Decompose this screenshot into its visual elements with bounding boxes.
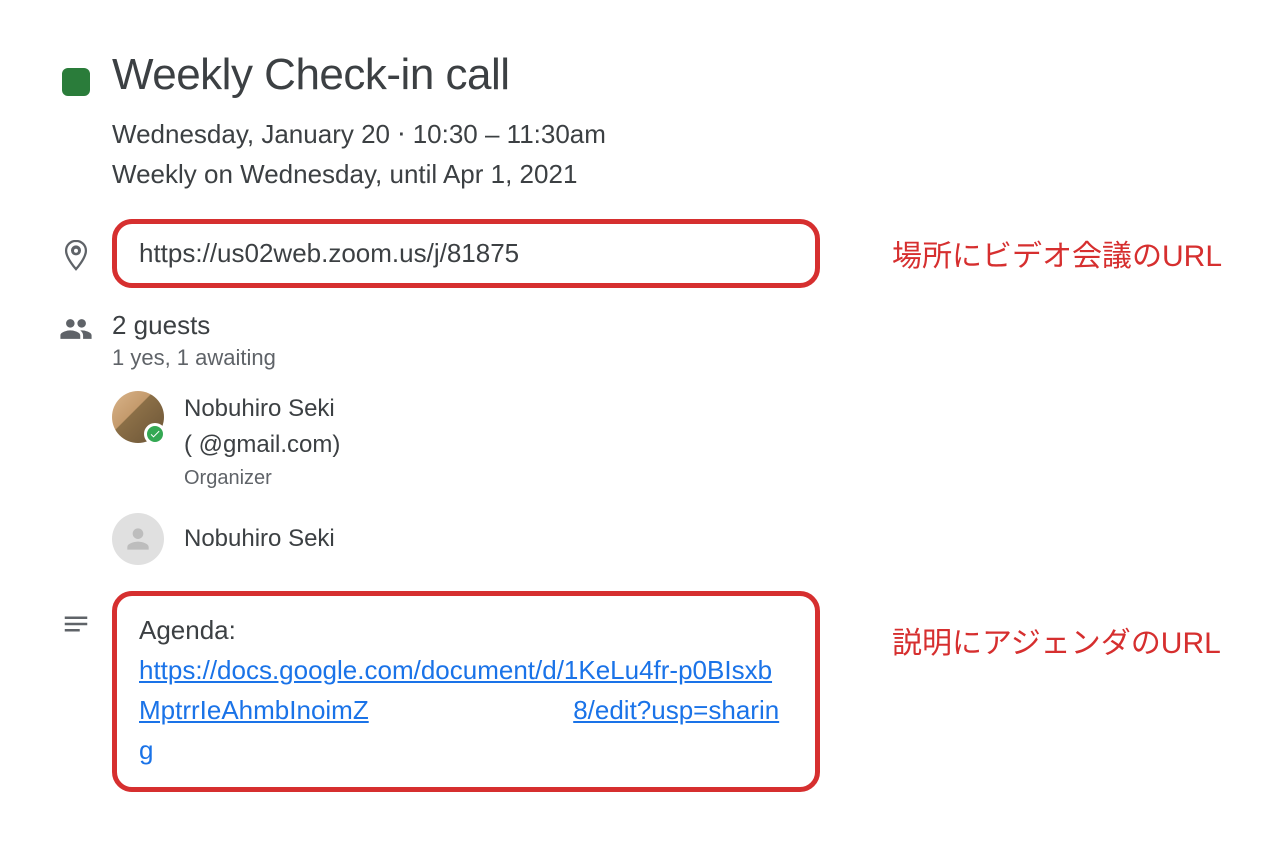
event-title: Weekly Check-in call [112,50,820,100]
guest-name: Nobuhiro Seki [184,391,340,427]
avatar [112,513,164,565]
guests-status: 1 yes, 1 awaiting [112,345,820,371]
guests-icon [59,312,93,346]
event-color-indicator [62,68,90,96]
annotation-description: 説明にアジェンダのURL [892,627,1221,660]
guest-email: ( @gmail.com) [184,427,340,463]
event-recurrence: Weekly on Wednesday, until Apr 1, 2021 [112,154,820,194]
description-icon [61,609,91,639]
location-icon [59,238,93,272]
guests-count: 2 guests [112,310,820,341]
location-field[interactable]: https://us02web.zoom.us/j/81875 [112,219,820,288]
guest-role: Organizer [184,463,340,493]
annotation-location: 場所にビデオ会議のURL [892,240,1222,273]
location-url: https://us02web.zoom.us/j/81875 [139,238,519,268]
accepted-badge-icon [144,423,166,445]
guest-name: Nobuhiro Seki [184,521,335,557]
event-datetime: Wednesday, January 20 ⋅ 10:30 – 11:30am [112,114,820,154]
guest-item[interactable]: Nobuhiro Seki [112,513,820,565]
guest-item[interactable]: Nobuhiro Seki ( @gmail.com) Organizer [112,391,820,493]
description-label: Agenda: [139,610,793,650]
description-field[interactable]: Agenda: https://docs.google.com/document… [112,591,820,792]
